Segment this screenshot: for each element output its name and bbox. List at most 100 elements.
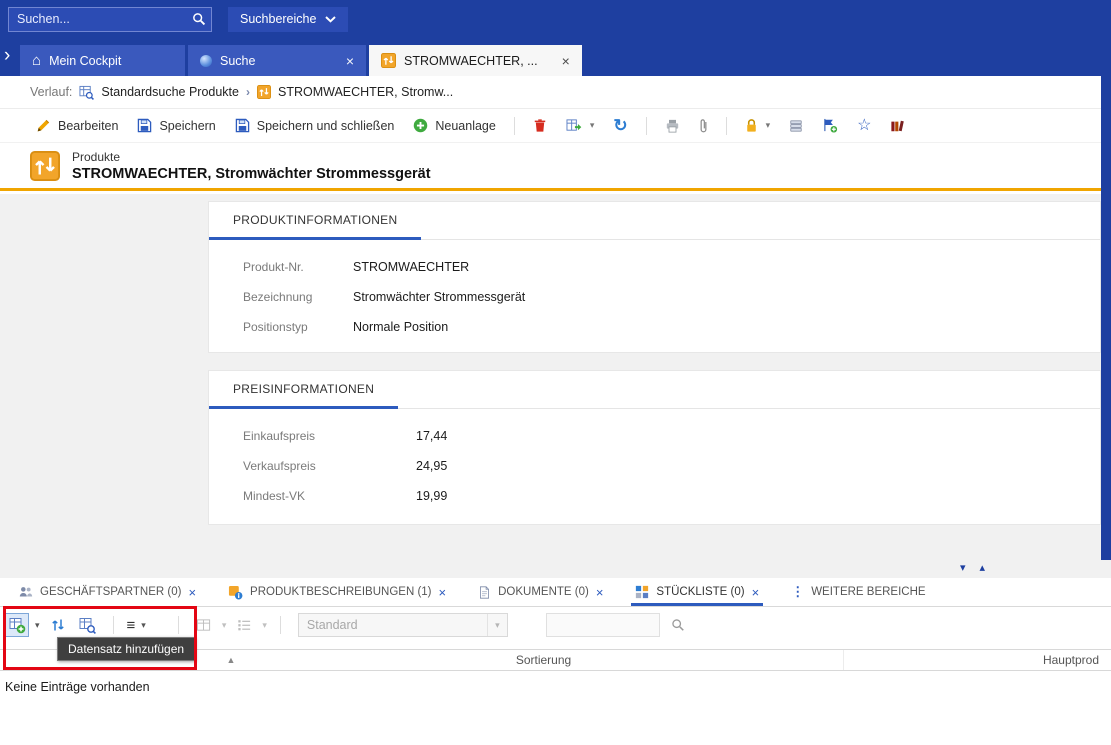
global-search[interactable]: [8, 7, 212, 32]
chevron-down-icon[interactable]: ▾: [35, 620, 40, 631]
close-icon[interactable]: ×: [330, 54, 354, 68]
view-list-button-disabled: [232, 613, 256, 637]
field-value[interactable]: STROMWAECHTER: [353, 260, 469, 274]
field-list: Produkt-Nr. STROMWAECHTER Bezeichnung St…: [209, 240, 1100, 342]
add-record-button[interactable]: [5, 613, 29, 637]
breadcrumb-separator-icon: ›: [246, 85, 250, 99]
table-search-icon: [79, 85, 94, 100]
search-areas-label: Suchbereiche: [240, 12, 316, 26]
people-icon: [18, 585, 33, 599]
app-window: Suchbereiche › ⌂ Mein Cockpit Suche × ST…: [0, 0, 1111, 745]
close-icon[interactable]: ×: [546, 54, 570, 68]
tab-produktbeschreibungen[interactable]: PRODUKTBESCHREIBUNGEN (1) ×: [228, 578, 446, 606]
close-icon[interactable]: ×: [439, 586, 447, 599]
refresh-button[interactable]: ↻: [605, 113, 635, 138]
list-search-icon[interactable]: [666, 613, 690, 637]
save-button[interactable]: Speichern: [129, 114, 223, 137]
tab-dokumente[interactable]: DOKUMENTE (0) ×: [478, 578, 603, 606]
page-title: STROMWAECHTER, Stromwächter Strommessger…: [72, 166, 431, 182]
search-records-button[interactable]: [76, 613, 100, 637]
chevron-down-icon[interactable]: ▾: [487, 614, 507, 636]
library-button[interactable]: [882, 115, 913, 137]
column-header-hauptprodukt[interactable]: Hauptprod: [843, 650, 1111, 670]
breadcrumb-item-record[interactable]: STROMWAECHTER, Stromw...: [278, 85, 453, 99]
chevron-down-icon[interactable]: ▾: [766, 120, 771, 131]
collapse-up-icon[interactable]: ▴: [979, 563, 985, 574]
tab-preisinformationen[interactable]: PREISINFORMATIONEN: [209, 371, 398, 409]
global-search-input[interactable]: [9, 8, 186, 31]
close-icon[interactable]: ×: [596, 586, 604, 599]
edit-label: Bearbeiten: [58, 119, 118, 133]
field-value[interactable]: Stromwächter Strommessgerät: [353, 290, 525, 304]
column-header-sortierung[interactable]: Sortierung: [244, 653, 843, 667]
export-button[interactable]: ▾: [558, 114, 603, 137]
favorite-button[interactable]: ☆: [849, 114, 879, 138]
save-close-button[interactable]: Speichern und schließen: [227, 114, 403, 137]
plus-circle-icon: [413, 118, 428, 133]
field-label: Verkaufspreis: [243, 459, 416, 473]
paperclip-icon: [699, 118, 708, 133]
tab-overflow-chevron-icon[interactable]: ›: [4, 46, 10, 65]
close-icon[interactable]: ×: [188, 586, 196, 599]
field-row: Verkaufspreis 24,95: [243, 451, 1100, 481]
product-icon: [30, 151, 60, 181]
delete-button[interactable]: [525, 114, 555, 137]
product-icon: [257, 85, 271, 99]
add-flag-button[interactable]: [814, 114, 846, 137]
edit-button[interactable]: Bearbeiten: [28, 114, 126, 137]
record-header: Produkte STROMWAECHTER, Stromwächter Str…: [0, 143, 1101, 191]
field-value[interactable]: Normale Position: [353, 320, 448, 334]
tab-suche[interactable]: Suche ×: [188, 45, 366, 76]
permissions-button[interactable]: ▾: [737, 114, 779, 137]
breadcrumb-item-standardsuche[interactable]: Standardsuche Produkte: [101, 85, 239, 99]
search-icon[interactable]: [186, 8, 211, 31]
breadcrumb: Verlauf: Standardsuche Produkte › STROMW…: [0, 76, 1101, 109]
trash-icon: [533, 118, 547, 133]
sort-ascending-icon[interactable]: ▲: [218, 649, 244, 671]
search-areas-button[interactable]: Suchbereiche: [228, 7, 348, 32]
field-row: Positionstyp Normale Position: [243, 312, 1100, 342]
card-tab-row: PREISINFORMATIONEN: [209, 371, 1100, 409]
archive-button[interactable]: [781, 115, 811, 137]
tab-label: STROMWAECHTER, ...: [404, 54, 538, 68]
right-sidebar-strip[interactable]: [1101, 76, 1111, 560]
flag-plus-icon: [822, 118, 838, 133]
field-value[interactable]: 24,95: [416, 459, 447, 473]
field-row: Produkt-Nr. STROMWAECHTER: [243, 252, 1100, 282]
tab-stueckliste[interactable]: STÜCKLISTE (0) ×: [635, 578, 759, 606]
close-icon[interactable]: ×: [752, 586, 760, 599]
field-value[interactable]: 19,99: [416, 489, 447, 503]
tab-stromwaechter[interactable]: STROMWAECHTER, ... ×: [369, 45, 582, 76]
new-record-label: Neuanlage: [435, 119, 495, 133]
print-button[interactable]: [657, 115, 688, 137]
toolbar-separator: [280, 616, 281, 634]
tab-geschaeftspartner[interactable]: GESCHÄFTSPARTNER (0) ×: [18, 578, 196, 606]
tab-weitere-bereiche[interactable]: ⋮ WEITERE BEREICHE: [791, 578, 925, 606]
tab-produktinformationen[interactable]: PRODUKTINFORMATIONEN: [209, 202, 421, 240]
field-value[interactable]: 17,44: [416, 429, 447, 443]
new-record-button[interactable]: Neuanlage: [405, 114, 503, 137]
transfer-records-button[interactable]: [46, 613, 70, 637]
chevron-down-icon: ▾: [222, 620, 227, 631]
view-select[interactable]: Standard ▾: [298, 613, 508, 637]
tab-label: WEITERE BEREICHE: [811, 586, 925, 598]
tab-mein-cockpit[interactable]: ⌂ Mein Cockpit: [20, 45, 185, 76]
toolbar-separator: [646, 117, 647, 135]
attachment-button[interactable]: [691, 114, 716, 137]
save-close-label: Speichern und schließen: [257, 119, 395, 133]
topbar: Suchbereiche: [0, 0, 1111, 38]
field-row: Bezeichnung Stromwächter Strommessgerät: [243, 282, 1100, 312]
dots-vertical-icon: ⋮: [791, 584, 804, 600]
chevron-down-icon[interactable]: ▾: [590, 120, 595, 131]
tab-label: GESCHÄFTSPARTNER (0): [40, 586, 181, 598]
toolbar-separator: [514, 117, 515, 135]
collapse-down-icon[interactable]: ▾: [960, 563, 966, 574]
menu-icon[interactable]: ≡: [127, 618, 136, 633]
books-icon: [890, 119, 905, 133]
chevron-down-icon: ▾: [262, 620, 267, 631]
refresh-icon: ↻: [613, 117, 627, 134]
chevron-down-icon[interactable]: ▾: [141, 620, 146, 631]
list-search-input[interactable]: [546, 613, 660, 637]
field-label: Bezeichnung: [243, 290, 353, 304]
toolbar-separator: [113, 616, 114, 634]
